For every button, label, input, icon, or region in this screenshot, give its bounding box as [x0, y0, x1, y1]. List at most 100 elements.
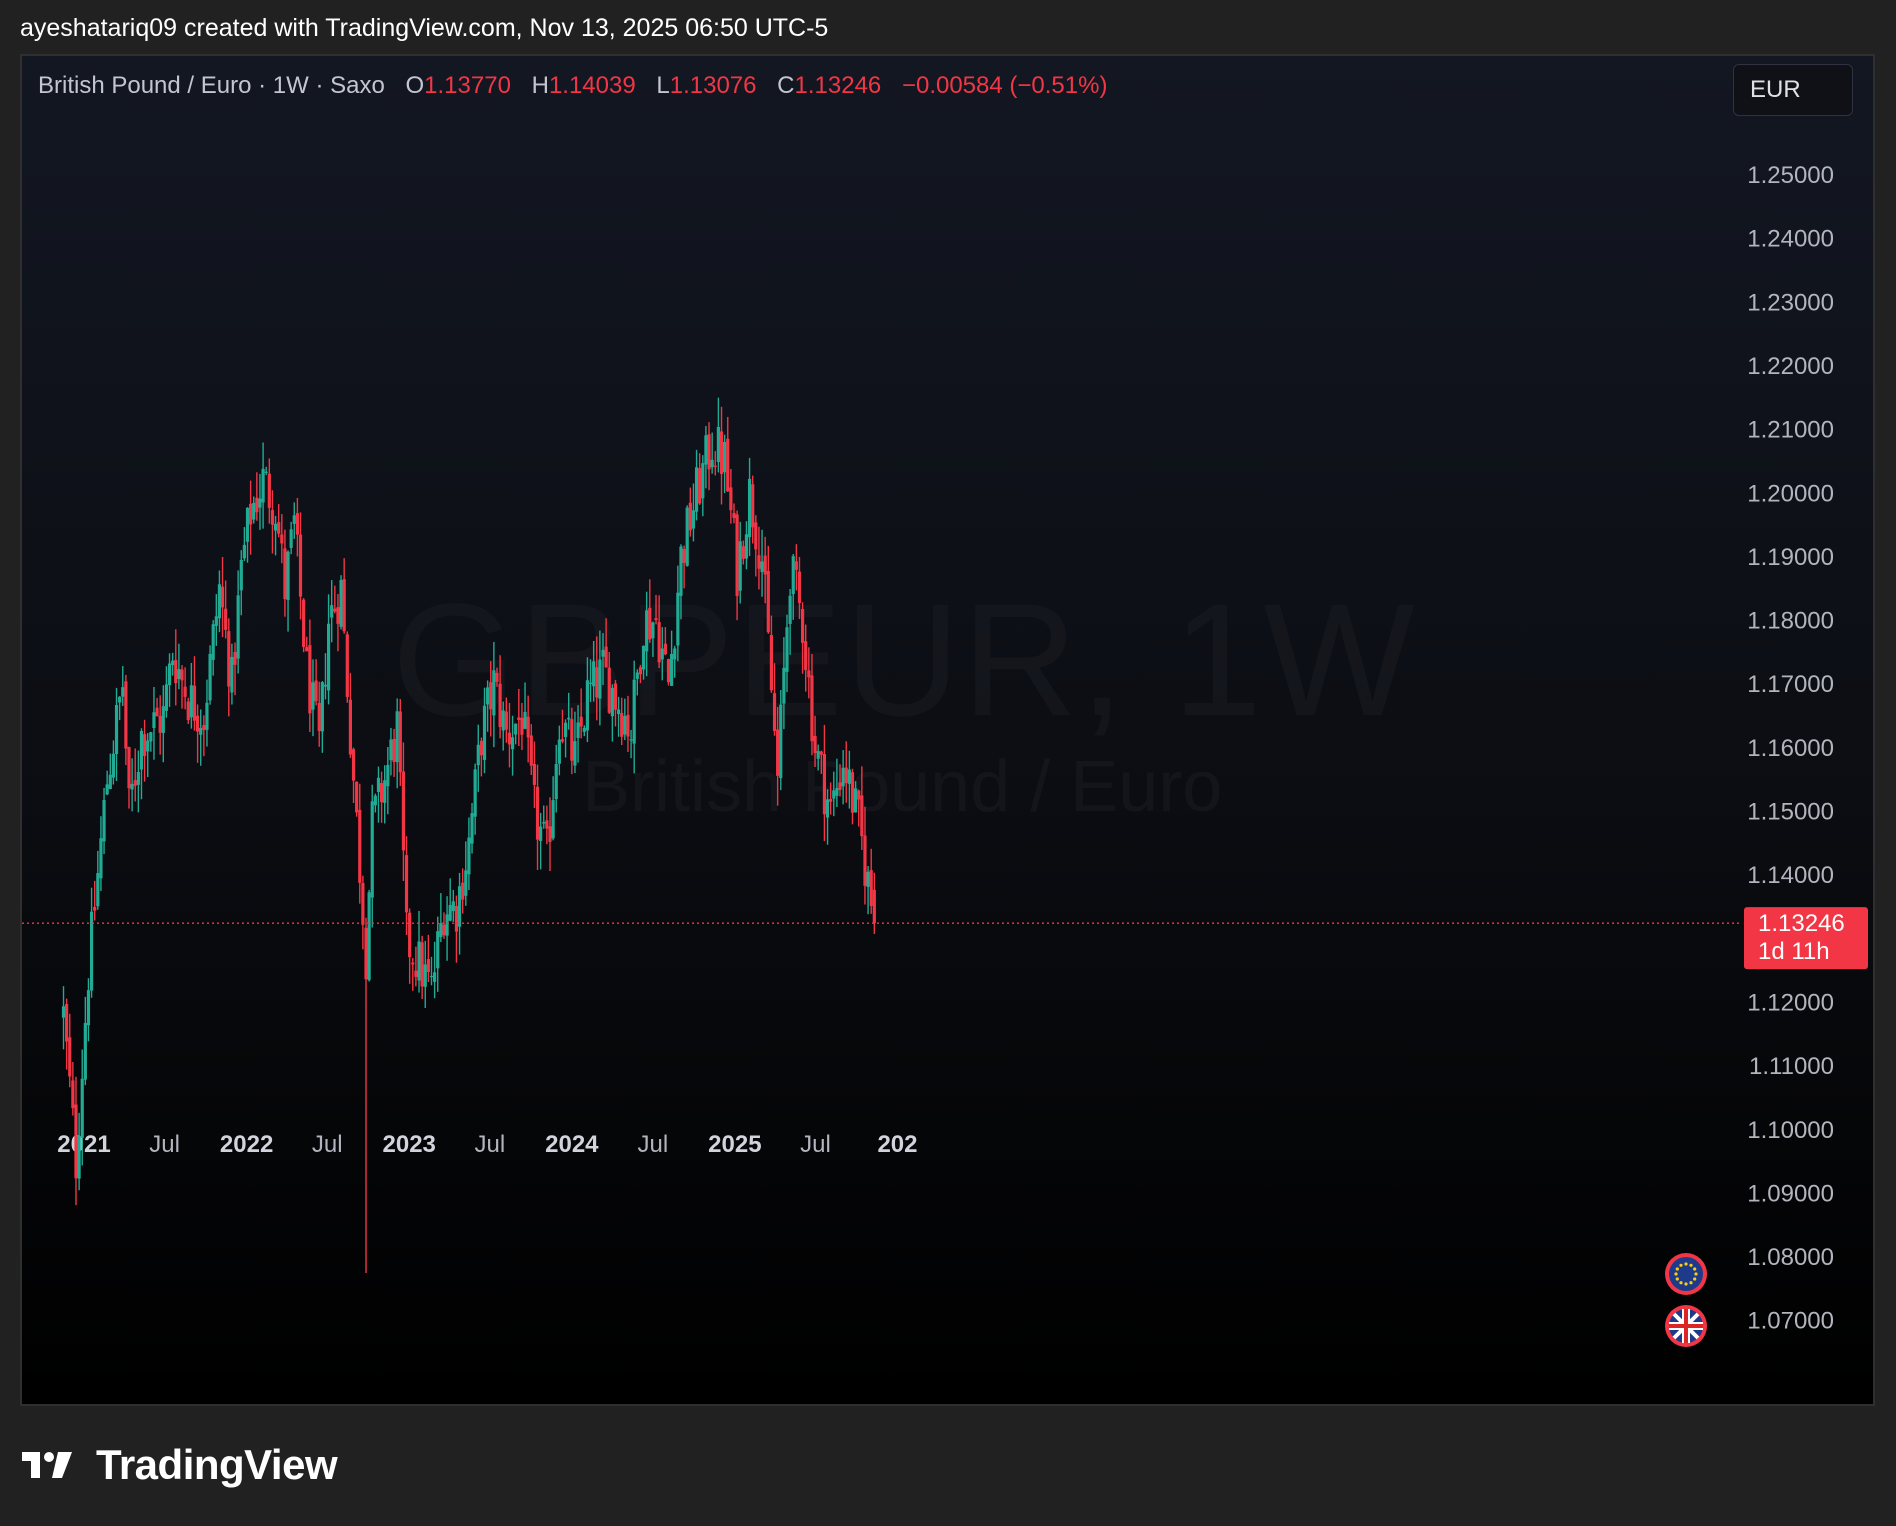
tradingview-brand: TradingView: [96, 1441, 338, 1488]
candle-body: [255, 497, 259, 513]
candle-body: [760, 561, 764, 572]
candle-body: [744, 534, 749, 559]
low-value: 1.13076: [669, 72, 757, 99]
candle-body: [167, 663, 172, 686]
candle-body: [298, 534, 303, 597]
high-label: H: [531, 72, 549, 99]
price-countdown-label: 1d 11h: [1758, 938, 1830, 965]
candle-body: [857, 790, 861, 800]
candle-body: [791, 556, 795, 595]
x-axis-label: 2025: [708, 1131, 761, 1158]
candle-body: [819, 751, 823, 755]
candle-body: [189, 685, 193, 718]
candle-body: [71, 1080, 75, 1109]
x-axis-label: 2023: [383, 1131, 436, 1158]
candle-body: [732, 512, 736, 519]
candle-body: [719, 431, 724, 475]
candle-body: [623, 716, 627, 735]
candle-body: [772, 693, 777, 732]
candle-body: [127, 747, 131, 789]
candle-body: [404, 855, 409, 913]
x-axis-label: 2024: [545, 1131, 599, 1158]
candle-body: [539, 826, 543, 841]
y-axis-label: 1.21000: [1747, 417, 1834, 444]
y-axis-label: 1.22000: [1747, 353, 1834, 380]
candle-body: [180, 669, 184, 681]
candle-body: [96, 873, 100, 907]
candle-body: [451, 901, 455, 912]
candle-body: [825, 799, 830, 818]
y-axis-label: 1.24000: [1747, 226, 1834, 253]
candle-body: [504, 711, 508, 730]
candle-body: [476, 744, 480, 766]
candle-body: [629, 739, 633, 741]
candle-body: [133, 780, 137, 786]
y-axis-label: 1.10000: [1747, 1117, 1834, 1144]
candle-body: [810, 675, 814, 742]
candle-body: [635, 672, 639, 679]
uk-flag-icon[interactable]: [1665, 1305, 1707, 1347]
candle-body: [367, 892, 371, 981]
candle-body: [233, 651, 237, 665]
candle-body: [121, 687, 125, 697]
candle-body: [467, 837, 471, 875]
candle-body: [682, 549, 686, 563]
candle-body: [757, 555, 761, 569]
candle-body: [841, 767, 845, 787]
candle-body: [99, 838, 103, 879]
candle-body: [164, 684, 169, 711]
candle-body: [632, 679, 636, 744]
candle-body: [794, 561, 798, 570]
candle-body: [217, 584, 222, 619]
candle-body: [735, 514, 739, 597]
candle-body: [535, 786, 540, 840]
candle-body: [645, 610, 649, 652]
candle-body: [517, 717, 521, 720]
y-axis-label: 1.17000: [1747, 671, 1834, 698]
tradingview-footer[interactable]: TradingView: [22, 1440, 338, 1490]
candle-body: [813, 735, 817, 754]
candle-body: [470, 813, 474, 844]
candle-body: [136, 771, 140, 785]
candle-body: [439, 923, 443, 938]
price-chart[interactable]: 1.25000 1.24000 1.23000 1.22000 1.21000 1.200…: [22, 56, 1873, 1404]
candle-body: [220, 586, 225, 608]
candle-body: [330, 605, 334, 618]
candle-body: [698, 468, 702, 504]
candle-body: [295, 513, 299, 535]
candle-body: [869, 870, 873, 906]
candle-body: [607, 667, 611, 713]
candle-body: [158, 715, 162, 733]
candle-body: [507, 732, 512, 745]
candle-body: [420, 942, 424, 987]
candle-body: [660, 648, 664, 660]
candle-body: [105, 784, 109, 795]
candle-body: [526, 716, 530, 738]
candle-body: [495, 672, 499, 682]
candle-body: [626, 714, 630, 737]
candle-body: [782, 667, 786, 704]
candle-body: [317, 702, 321, 732]
candle-body: [65, 1004, 69, 1042]
candle-body: [648, 607, 652, 640]
candle-body: [854, 788, 858, 813]
candle-body: [314, 680, 318, 702]
high-value: 1.14039: [548, 72, 636, 99]
close-value: 1.13246: [794, 72, 882, 99]
chart-frame[interactable]: GBPEUR, 1W British Pound / Euro 1.250001…: [20, 54, 1875, 1406]
candle-body: [560, 739, 565, 742]
candle-body: [551, 800, 555, 839]
candle-body: [710, 459, 714, 468]
candle-body: [610, 687, 614, 717]
candle-body: [576, 722, 580, 739]
candle-body: [252, 502, 256, 520]
eu-flag-icon[interactable]: [1665, 1253, 1707, 1295]
candle-body: [595, 667, 599, 698]
candle-body: [171, 660, 175, 666]
candle-body: [461, 882, 465, 900]
x-axis-label: Jul: [312, 1131, 343, 1158]
y-axis-label: 1.07000: [1747, 1308, 1834, 1335]
currency-button[interactable]: EUR: [1733, 64, 1853, 116]
candle-body: [283, 548, 287, 600]
candle-body: [214, 616, 218, 626]
